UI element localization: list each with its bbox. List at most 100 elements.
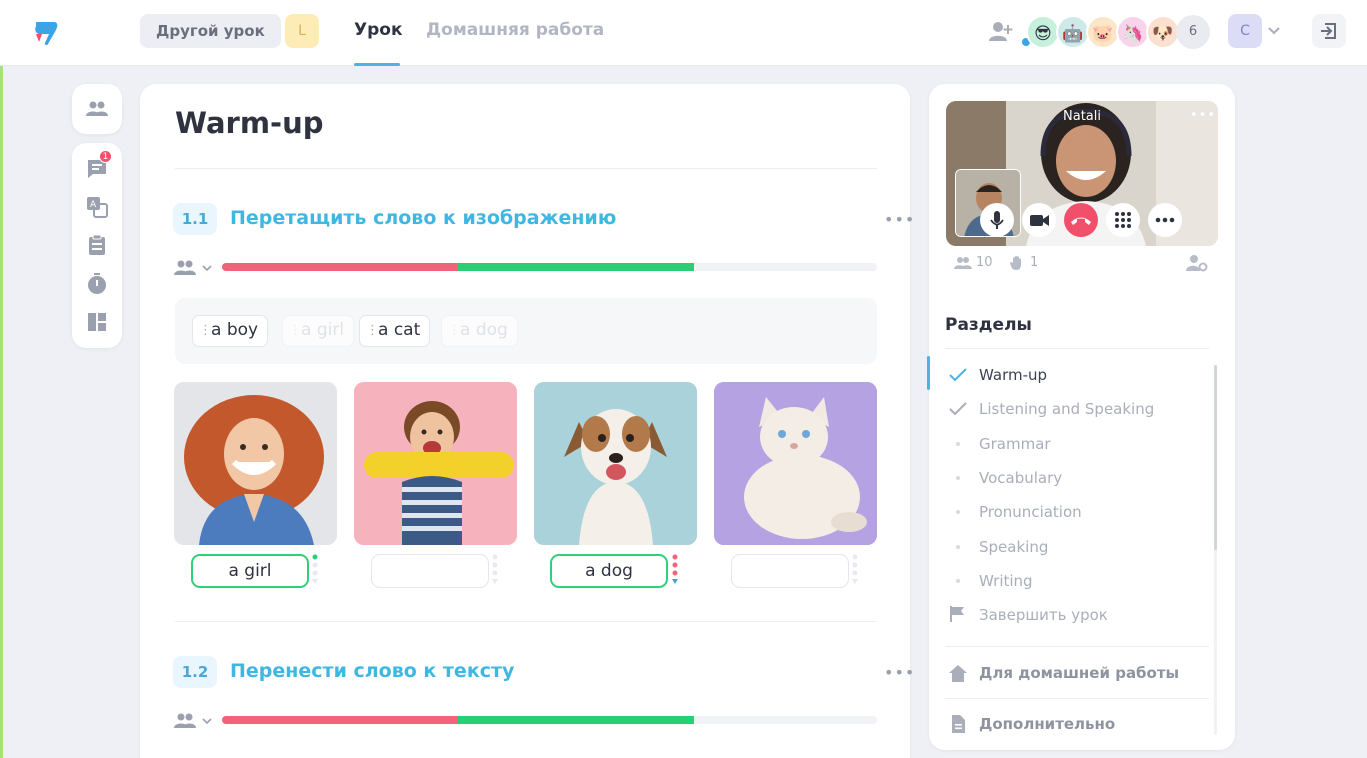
participants-more-count[interactable]: 6	[1176, 15, 1210, 49]
timer-icon[interactable]	[85, 272, 109, 296]
answer-status-dots	[672, 554, 678, 584]
microphone-button[interactable]	[980, 203, 1014, 237]
chip-label: a boy	[211, 320, 259, 340]
section-item-listening-speaking[interactable]: Listening and Speaking	[979, 400, 1154, 418]
participant-avatar[interactable]: 🐷	[1086, 15, 1120, 49]
user-settings-icon[interactable]	[1186, 254, 1208, 272]
section-item-writing[interactable]: Writing	[979, 572, 1033, 590]
section-title: Перетащить слово к изображению	[230, 207, 617, 229]
tools-box: 1 A	[72, 143, 122, 348]
layout-icon[interactable]	[85, 310, 109, 334]
participant-avatar[interactable]: 😎	[1026, 15, 1060, 49]
section-more-icon[interactable]: •••	[884, 663, 914, 683]
word-chip[interactable]: ⋮ a boy	[192, 315, 269, 347]
document-icon	[952, 715, 965, 733]
bullet-icon	[956, 579, 960, 583]
clipboard-icon[interactable]	[85, 233, 109, 257]
video-call: Natali •••	[946, 101, 1218, 246]
active-tab-underline	[354, 63, 400, 66]
section-item-speaking[interactable]: Speaking	[979, 538, 1048, 556]
divider	[945, 646, 1209, 647]
group-toggle-icon[interactable]	[174, 258, 216, 278]
translate-icon[interactable]: A	[85, 195, 109, 219]
section-title: Перенести слово к тексту	[230, 660, 515, 682]
participant-avatar[interactable]: 🦄	[1116, 15, 1150, 49]
participants-count: 10	[976, 255, 993, 270]
more-options-button[interactable]	[1148, 203, 1182, 237]
divider	[945, 698, 1209, 699]
hang-up-button[interactable]	[1064, 203, 1098, 237]
additional-link[interactable]: Дополнительно	[979, 715, 1115, 733]
tab-lesson[interactable]: Урок	[354, 20, 403, 40]
more-icon	[1155, 217, 1175, 223]
image-girl	[174, 382, 337, 545]
section-progress-bar	[222, 716, 877, 724]
answer-slot[interactable]: a girl	[191, 554, 309, 588]
participant-avatar[interactable]: 🤖	[1056, 15, 1090, 49]
drag-handle-icon: ⋮	[448, 323, 461, 338]
video-more-icon[interactable]: •••	[1190, 108, 1216, 123]
level-badge[interactable]: L	[285, 14, 319, 48]
exit-icon	[1321, 23, 1336, 39]
hand-icon	[1010, 255, 1021, 270]
keypad-button[interactable]	[1106, 203, 1140, 237]
video-stats: 10 1	[946, 252, 1218, 276]
section-item-pronunciation[interactable]: Pronunciation	[979, 503, 1082, 521]
word-chip[interactable]: ⋮ a cat	[359, 315, 431, 347]
answer-slot[interactable]	[371, 554, 489, 588]
app-logo-icon[interactable]	[30, 16, 62, 48]
add-user-icon[interactable]	[986, 19, 1014, 45]
drag-handle-icon: ⋮	[366, 323, 379, 338]
word-chip-used: ⋮ a girl	[282, 315, 355, 347]
tab-homework[interactable]: Домашняя работа	[426, 20, 604, 40]
chat-notification-badge: 1	[99, 150, 112, 163]
section-more-icon[interactable]: •••	[884, 210, 914, 230]
answer-status-dots	[852, 554, 858, 584]
exit-button[interactable]	[1312, 14, 1346, 48]
progress-correct	[457, 716, 694, 724]
sections-scrollbar-thumb[interactable]	[1214, 365, 1217, 550]
answer-status-dots	[492, 554, 498, 584]
user-avatar[interactable]: C	[1228, 14, 1262, 48]
image-cat	[714, 382, 877, 545]
image-dog	[534, 382, 697, 545]
answer-slot[interactable]: a dog	[550, 554, 668, 588]
group-toggle-icon[interactable]	[174, 711, 216, 731]
section-item-grammar[interactable]: Grammar	[979, 435, 1051, 453]
participant-avatar[interactable]: 🐶	[1146, 15, 1180, 49]
right-panel: Natali ••• 10 1 Разделы Warm-up Listenin…	[927, 84, 1235, 750]
boy-illustration	[354, 382, 517, 545]
homework-link[interactable]: Для домашней работы	[979, 664, 1179, 682]
bullet-icon	[956, 476, 960, 480]
divider	[175, 621, 877, 622]
grid-icon	[1115, 212, 1131, 228]
section-item-vocabulary[interactable]: Vocabulary	[979, 469, 1062, 487]
flag-icon	[950, 606, 964, 622]
cat-illustration	[714, 382, 877, 545]
camera-button[interactable]	[1022, 203, 1056, 237]
progress-incorrect	[222, 716, 458, 724]
section-number: 1.2	[173, 656, 217, 688]
drag-handle-icon: ⋮	[199, 323, 212, 338]
image-boy	[354, 382, 517, 545]
progress-incorrect	[222, 263, 458, 271]
users-icon[interactable]	[85, 97, 109, 121]
phone-hangup-icon	[1071, 217, 1091, 225]
svg-text:A: A	[90, 200, 97, 210]
sections-heading: Разделы	[945, 315, 1032, 335]
answer-status-dots	[312, 554, 318, 584]
section-number: 1.1	[173, 203, 217, 235]
progress-correct	[457, 263, 694, 271]
section-item-warm-up[interactable]: Warm-up	[979, 366, 1047, 384]
bullet-icon	[956, 442, 960, 446]
finish-lesson-link[interactable]: Завершить урок	[979, 606, 1108, 624]
camera-icon	[1030, 215, 1049, 226]
page-title: Warm-up	[175, 106, 324, 140]
answer-slot[interactable]	[731, 554, 849, 588]
lesson-panel: Warm-up 1.1 Перетащить слово к изображен…	[140, 84, 914, 758]
dog-illustration	[534, 382, 697, 545]
other-lesson-button[interactable]: Другой урок	[140, 14, 281, 48]
chip-label: a girl	[301, 320, 345, 340]
chevron-down-icon[interactable]	[1266, 22, 1282, 38]
window-left-accent	[0, 0, 3, 758]
